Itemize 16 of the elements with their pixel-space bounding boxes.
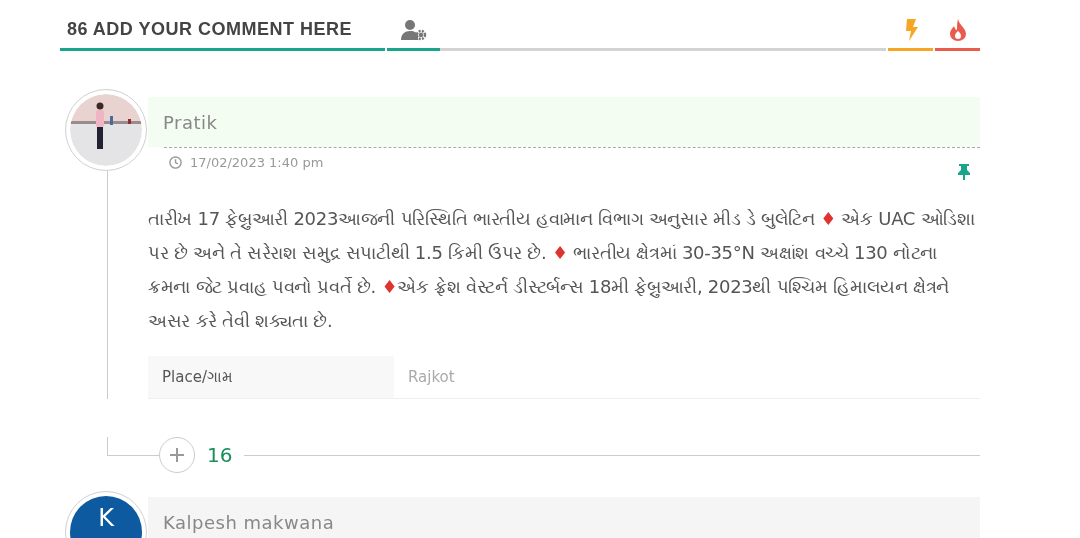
bolt-icon[interactable] xyxy=(888,19,933,51)
avatar-letter: K xyxy=(70,496,142,538)
comment-date: 17/02/2023 1:40 pm xyxy=(190,155,324,170)
thread-line xyxy=(107,437,159,456)
flame-icon[interactable] xyxy=(935,19,980,51)
comment-text: તારીખ 17 ફેબ્રુઆરી 2023આજની પરિસ્થિતિ ભારતીય હવામાન વિભાગ અનુસાર મીડ ડે બુલેટિન ♦ એક UAC ઓડિશા પર છે અને તે સરેરાશ સમુદ્ર સપાટીથી 1.5 કિમી ઉપર છે. ♦ ભારતીય ક્ષેત્રમાં 30-35°N અક્ષાંશ વચ્ચે 130 નોટના ક્રમના જેટ પ્રવાહ પવનો પ્રવર્તે છે. ♦એક ફ્રેશ વેસ્ટર્ન ડીસ્ટર્બન્સ 18મી ફેબ્રુઆરી, 2023થી પશ્ચિમ હિમાલયન ક્ષેત્રને અસર કરે તેવી શક્યતા છે. xyxy=(148,207,976,333)
field-value: Rajkot xyxy=(407,367,455,388)
comments-title: 86 ADD YOUR COMMENT HERE xyxy=(60,19,385,51)
author-name: Kalpesh makwana xyxy=(163,511,335,533)
field-label: Place/ગામ xyxy=(148,356,394,398)
user-settings-icon[interactable] xyxy=(387,19,440,51)
clock-icon xyxy=(169,156,182,169)
vote-count: 16 xyxy=(207,443,233,467)
plus-icon xyxy=(170,448,184,462)
author-name: Pratik xyxy=(163,111,218,133)
plus-button[interactable] xyxy=(159,437,195,473)
